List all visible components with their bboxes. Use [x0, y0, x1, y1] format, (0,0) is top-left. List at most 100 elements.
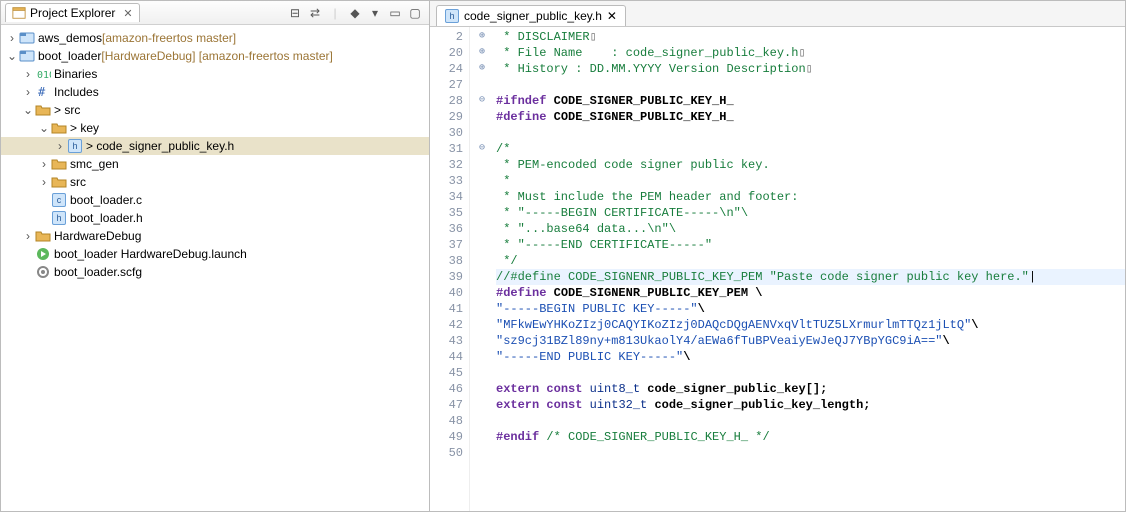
fold-spacer — [470, 317, 494, 333]
line-number: 47 — [430, 397, 463, 413]
tree-item[interactable]: ⌄ boot_loader [HardwareDebug] [amazon-fre… — [1, 47, 429, 65]
editor-tab[interactable]: h code_signer_public_key.h ✕ — [436, 5, 626, 26]
code-line[interactable]: * PEM-encoded code signer public key. — [496, 157, 1125, 173]
tree-item[interactable]: hboot_loader.h — [1, 209, 429, 227]
code-line[interactable]: * "...base64 data...\n"\ — [496, 221, 1125, 237]
svg-text:010: 010 — [37, 70, 51, 81]
chevron-right-icon[interactable]: › — [21, 65, 35, 83]
code-line[interactable]: "-----END PUBLIC KEY-----"\ — [496, 349, 1125, 365]
close-icon[interactable]: ✕ — [123, 7, 132, 20]
code-line[interactable] — [496, 413, 1125, 429]
editor-tabbar: h code_signer_public_key.h ✕ — [430, 1, 1125, 27]
chevron-down-icon[interactable]: ⌄ — [5, 47, 19, 65]
code-line[interactable]: * Must include the PEM header and footer… — [496, 189, 1125, 205]
close-icon[interactable]: ✕ — [607, 9, 617, 23]
fold-toggle-icon[interactable]: ⊖ — [470, 93, 494, 109]
fold-toggle-icon[interactable]: ⊖ — [470, 141, 494, 157]
tree-item-label: Binaries — [54, 65, 97, 83]
tree-item[interactable]: ›HardwareDebug — [1, 227, 429, 245]
hfile-icon: h — [51, 210, 67, 226]
tree-item[interactable]: ⌄> key — [1, 119, 429, 137]
chevron-right-icon[interactable]: › — [53, 137, 67, 155]
code-line[interactable]: #endif /* CODE_SIGNER_PUBLIC_KEY_H_ */ — [496, 429, 1125, 445]
fold-spacer — [470, 269, 494, 285]
fold-spacer — [470, 157, 494, 173]
fold-spacer — [470, 365, 494, 381]
collapse-all-icon[interactable]: ⊟ — [286, 4, 304, 22]
launch-icon — [35, 246, 51, 262]
fold-column[interactable]: ⊕⊕⊕⊖⊖ — [470, 27, 494, 511]
maximize-icon[interactable]: ▢ — [406, 4, 424, 22]
code-line[interactable] — [496, 445, 1125, 461]
chevron-right-icon[interactable]: › — [21, 227, 35, 245]
line-number: 36 — [430, 221, 463, 237]
tree-item[interactable]: ›#Includes — [1, 83, 429, 101]
tree-item[interactable]: ⌄> src — [1, 101, 429, 119]
code-line[interactable] — [496, 365, 1125, 381]
tree-item-label: boot_loader.c — [70, 191, 142, 209]
tree-item[interactable]: ›h> code_signer_public_key.h — [1, 137, 429, 155]
code-line[interactable] — [496, 77, 1125, 93]
code-line[interactable]: "MFkwEwYHKoZIzj0CAQYIKoZIzj0DAQcDQgAENVx… — [496, 317, 1125, 333]
code-line[interactable]: //#define CODE_SIGNENR_PUBLIC_KEY_PEM "P… — [496, 269, 1125, 285]
project-explorer-panel: Project Explorer ✕ ⊟ ⇄ | ◆ ▾ ▭ ▢ ›aws_de… — [0, 0, 430, 512]
editor-body[interactable]: 2202427282930313233343536373839404142434… — [430, 27, 1125, 511]
chevron-down-icon[interactable]: ⌄ — [37, 119, 51, 137]
code-line[interactable]: extern const uint8_t code_signer_public_… — [496, 381, 1125, 397]
fold-spacer — [470, 397, 494, 413]
tree-item[interactable]: ›smc_gen — [1, 155, 429, 173]
chevron-down-icon[interactable]: ⌄ — [21, 101, 35, 119]
includes-icon: # — [35, 84, 51, 100]
fold-spacer — [470, 349, 494, 365]
code-line[interactable]: * File Name : code_signer_public_key.h▯ — [496, 45, 1125, 61]
fold-toggle-icon[interactable]: ⊕ — [470, 45, 494, 61]
tree-item[interactable]: boot_loader.scfg — [1, 263, 429, 281]
tree-item-decoration: [HardwareDebug] [amazon-freertos master] — [101, 47, 332, 65]
line-number: 30 — [430, 125, 463, 141]
fold-spacer — [470, 429, 494, 445]
tree-item[interactable]: ›010Binaries — [1, 65, 429, 83]
tree-item[interactable]: ›aws_demos [amazon-freertos master] — [1, 29, 429, 47]
code-line[interactable]: #define CODE_SIGNER_PUBLIC_KEY_H_ — [496, 109, 1125, 125]
editor-panel: h code_signer_public_key.h ✕ 22024272829… — [430, 0, 1126, 512]
code-line[interactable]: #define CODE_SIGNENR_PUBLIC_KEY_PEM \ — [496, 285, 1125, 301]
view-menu-icon[interactable]: ▾ — [366, 4, 384, 22]
code-line[interactable]: * History : DD.MM.YYYY Version Descripti… — [496, 61, 1125, 77]
link-editor-icon[interactable]: ⇄ — [306, 4, 324, 22]
explorer-tab[interactable]: Project Explorer ✕ — [5, 3, 140, 22]
chevron-right-icon[interactable]: › — [37, 155, 51, 173]
code-line[interactable]: * "-----BEGIN CERTIFICATE-----\n"\ — [496, 205, 1125, 221]
code-area[interactable]: * DISCLAIMER▯ * File Name : code_signer_… — [494, 27, 1125, 511]
code-line[interactable]: * — [496, 173, 1125, 189]
code-line[interactable]: * DISCLAIMER▯ — [496, 29, 1125, 45]
code-line[interactable]: /* — [496, 141, 1125, 157]
tree-item[interactable]: ›src — [1, 173, 429, 191]
tree-item-label: boot_loader — [38, 47, 101, 65]
code-line[interactable]: "sz9cj31BZl89ny+m813UkaolY4/aEWa6fTuBPVe… — [496, 333, 1125, 349]
project-tree[interactable]: ›aws_demos [amazon-freertos master]⌄boot… — [1, 25, 429, 511]
fold-toggle-icon[interactable]: ⊕ — [470, 29, 494, 45]
chevron-right-icon[interactable]: › — [37, 173, 51, 191]
focus-icon[interactable]: ◆ — [346, 4, 364, 22]
code-line[interactable]: "-----BEGIN PUBLIC KEY-----"\ — [496, 301, 1125, 317]
fold-spacer — [470, 381, 494, 397]
line-number: 40 — [430, 285, 463, 301]
project-icon — [19, 30, 35, 46]
chevron-right-icon[interactable]: › — [21, 83, 35, 101]
hfile-icon: h — [445, 9, 459, 23]
fold-toggle-icon[interactable]: ⊕ — [470, 61, 494, 77]
code-line[interactable]: */ — [496, 253, 1125, 269]
code-line[interactable]: extern const uint32_t code_signer_public… — [496, 397, 1125, 413]
code-line[interactable]: * "-----END CERTIFICATE-----" — [496, 237, 1125, 253]
code-line[interactable]: #ifndef CODE_SIGNER_PUBLIC_KEY_H_ — [496, 93, 1125, 109]
chevron-right-icon[interactable]: › — [5, 29, 19, 47]
line-number: 37 — [430, 237, 463, 253]
line-number: 28 — [430, 93, 463, 109]
tree-item[interactable]: boot_loader HardwareDebug.launch — [1, 245, 429, 263]
line-number: 46 — [430, 381, 463, 397]
line-number-gutter: 2202427282930313233343536373839404142434… — [430, 27, 470, 511]
code-line[interactable] — [496, 125, 1125, 141]
fold-spacer — [470, 301, 494, 317]
minimize-icon[interactable]: ▭ — [386, 4, 404, 22]
tree-item[interactable]: cboot_loader.c — [1, 191, 429, 209]
